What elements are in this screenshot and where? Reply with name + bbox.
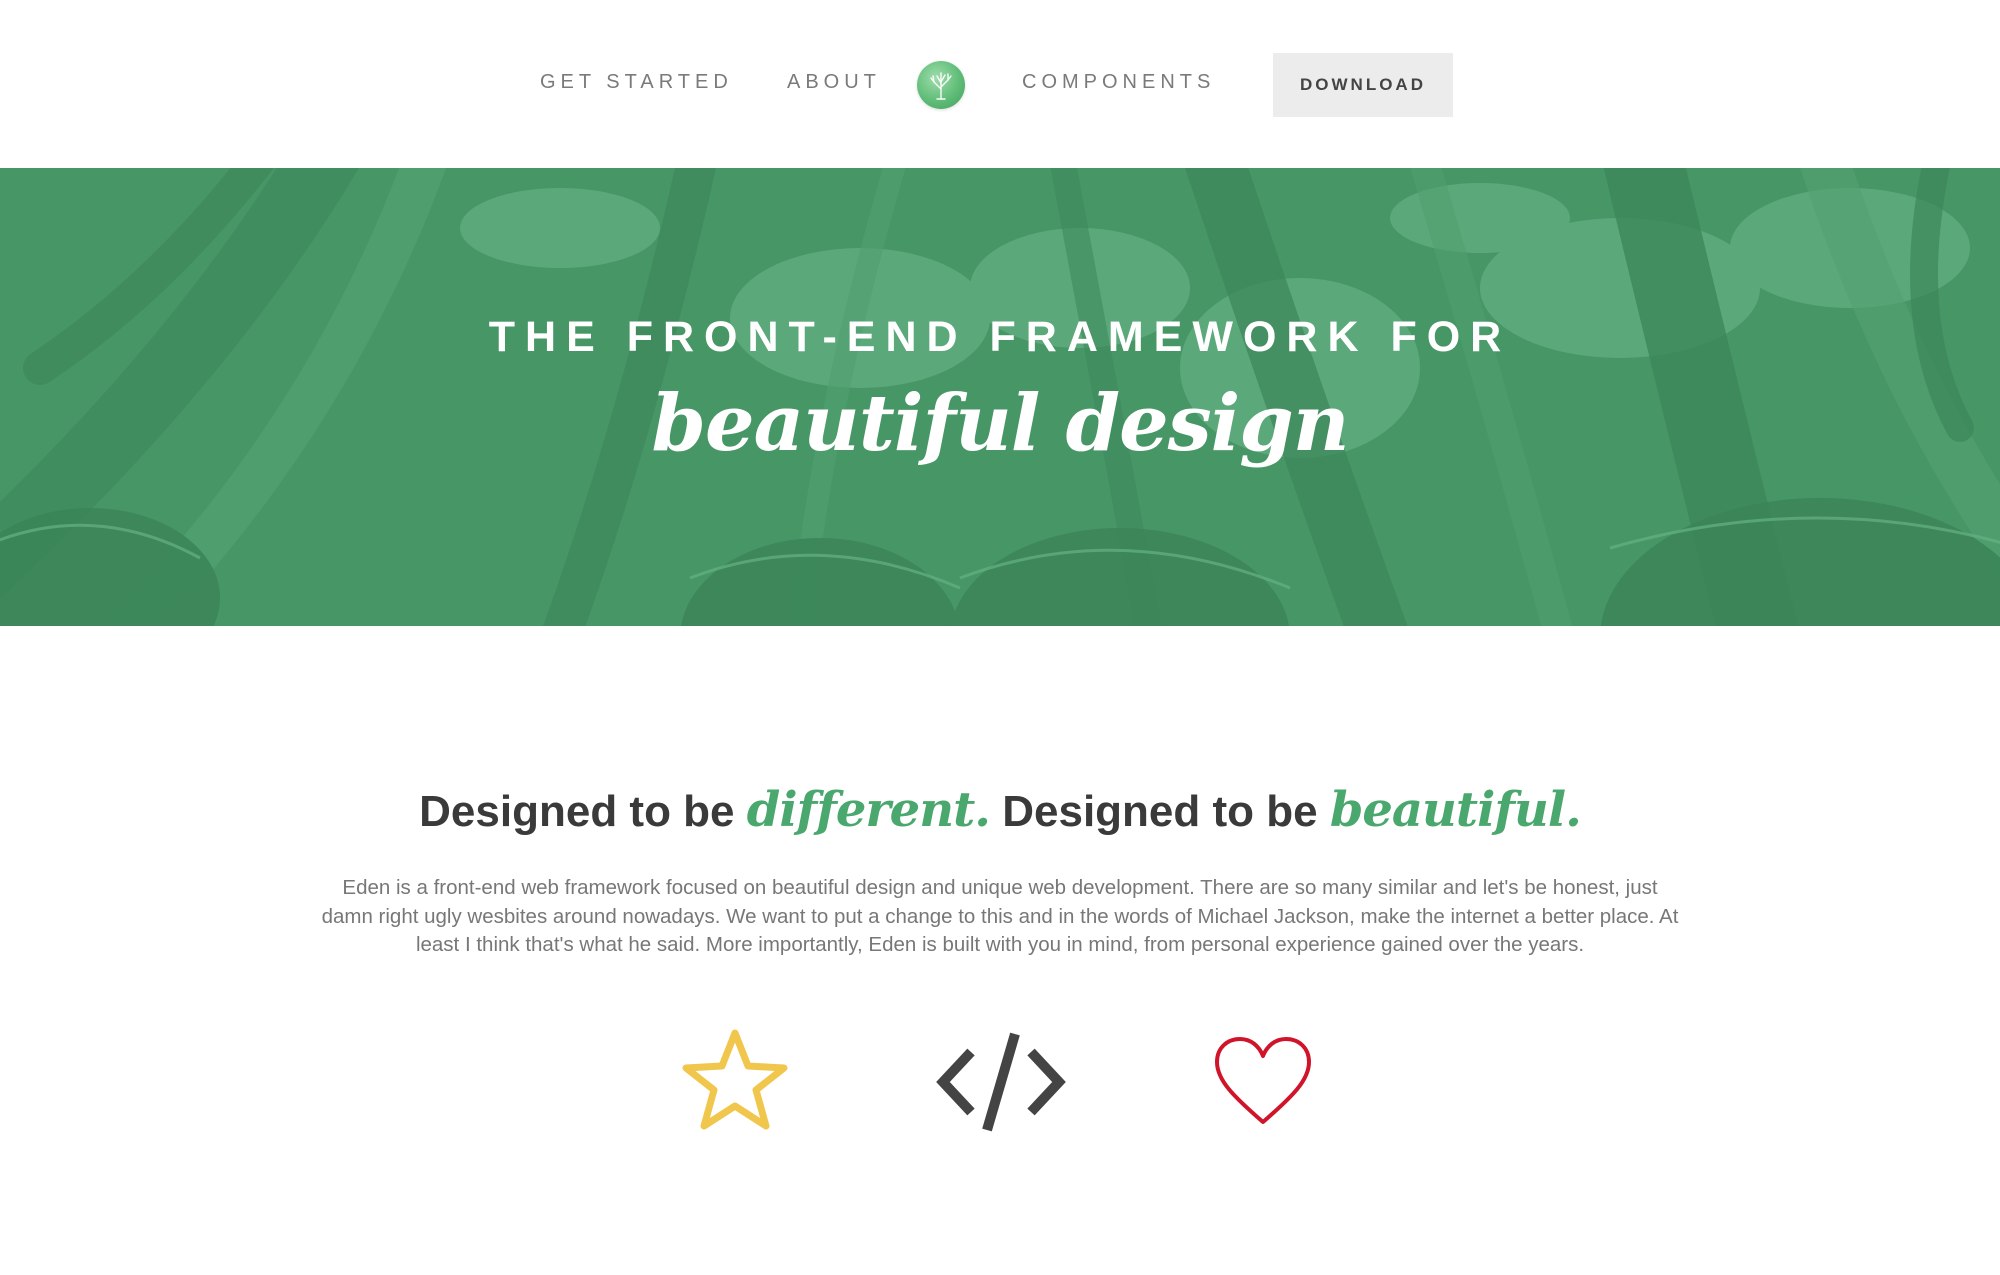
star-icon: [682, 1029, 788, 1130]
nav-link-components[interactable]: COMPONENTS: [1022, 70, 1215, 94]
nav-link-get-started[interactable]: GET STARTED: [540, 70, 733, 94]
nav-link-about[interactable]: ABOUT: [787, 70, 881, 94]
headline-text-2: Designed to be: [990, 787, 1330, 836]
tree-icon[interactable]: [917, 61, 965, 109]
headline-accent-beautiful: beautiful.: [1329, 782, 1582, 838]
heart-icon: [1215, 1037, 1311, 1124]
intro-body: Eden is a front-end web framework focuse…: [321, 876, 1679, 956]
intro-headline: Designed to be different. Designed to be…: [0, 780, 2000, 842]
download-button[interactable]: DOWNLOAD: [1273, 53, 1453, 117]
top-nav: GET STARTED ABOUT COMPONENTS DOWNLOAD: [0, 0, 2000, 168]
page: GET STARTED ABOUT COMPONENTS DOWNLOAD TH…: [0, 0, 2000, 1275]
headline-accent-different: different.: [746, 782, 991, 838]
code-icon: [936, 1032, 1066, 1132]
hero-title: THE FRONT-END FRAMEWORK FOR: [488, 313, 1512, 361]
headline-text-1: Designed to be: [419, 787, 747, 836]
hero-script-title: beautiful design: [651, 378, 1349, 469]
